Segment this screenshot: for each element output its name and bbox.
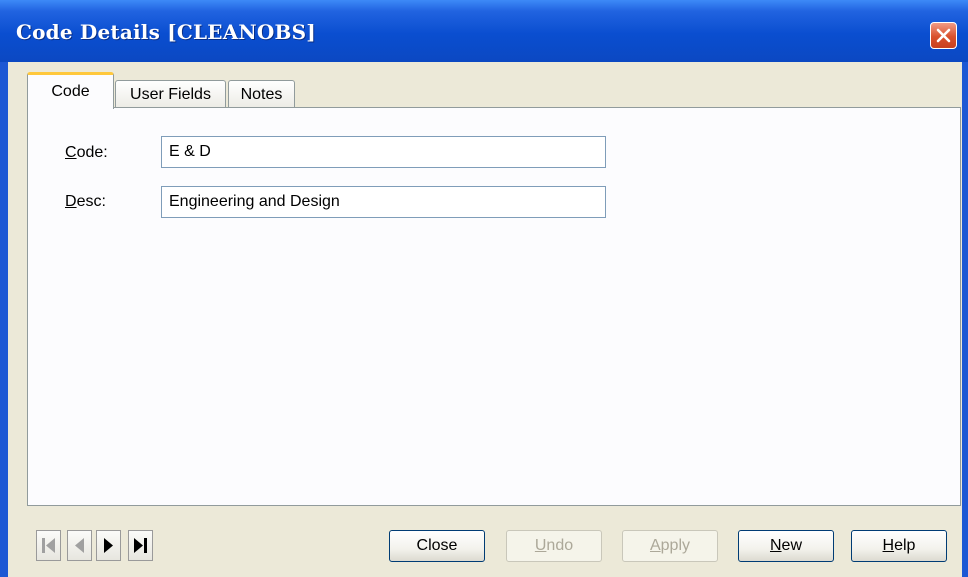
desc-label: Desc: [65, 193, 106, 210]
previous-record-icon [75, 538, 84, 553]
first-record-button[interactable] [36, 530, 61, 561]
code-tab-panel: Code: Desc: [27, 107, 961, 506]
window-title: Code Details [CLEANOBS] [16, 20, 316, 44]
next-record-button[interactable] [96, 530, 121, 561]
last-record-button[interactable] [128, 530, 153, 561]
code-field[interactable] [161, 136, 606, 168]
tab-notes[interactable]: Notes [228, 80, 295, 108]
code-details-dialog: Code Details [CLEANOBS] Code User Fields… [0, 0, 968, 577]
next-record-icon [104, 538, 113, 553]
previous-record-button[interactable] [67, 530, 92, 561]
help-button[interactable]: Help [851, 530, 947, 562]
title-bar[interactable]: Code Details [CLEANOBS] [0, 0, 968, 62]
close-icon [936, 28, 951, 43]
close-window-button[interactable] [930, 22, 957, 49]
tab-user-fields[interactable]: User Fields [115, 80, 226, 108]
last-record-icon [134, 538, 147, 553]
first-record-icon [42, 538, 55, 553]
close-button[interactable]: Close [389, 530, 485, 562]
apply-button[interactable]: Apply [622, 530, 718, 562]
undo-button[interactable]: Undo [506, 530, 602, 562]
desc-field[interactable] [161, 186, 606, 218]
tab-code[interactable]: Code [27, 72, 114, 109]
code-label: Code: [65, 144, 108, 161]
new-button[interactable]: New [738, 530, 834, 562]
